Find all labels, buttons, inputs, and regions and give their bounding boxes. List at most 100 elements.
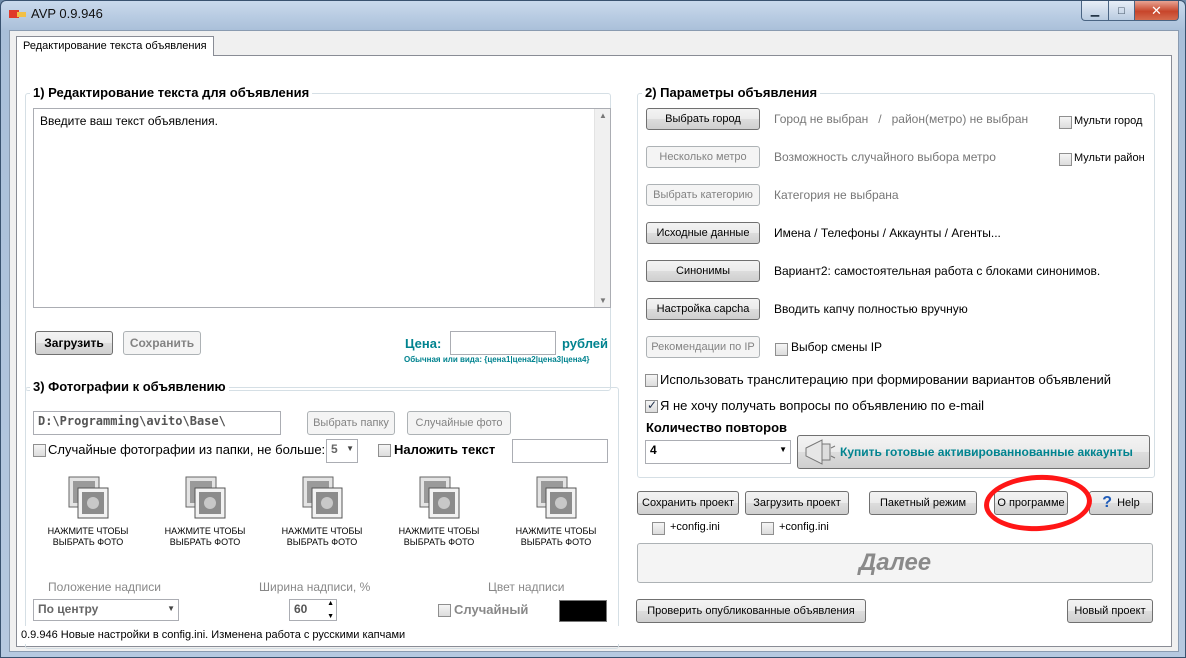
param-info: Вводить капчу полностью вручную	[774, 302, 968, 316]
param-button[interactable]: Несколько метро	[646, 146, 760, 168]
random-count-value: 5	[331, 442, 338, 456]
photo-caption: НАЖМИТЕ ЧТОБЫ ВЫБРАТЬ ФОТО	[515, 526, 597, 547]
photo-slot[interactable]: НАЖМИТЕ ЧТОБЫ ВЫБРАТЬ ФОТО	[277, 476, 367, 568]
buy-accounts-label: Купить готовые активированнованные аккау…	[840, 445, 1133, 459]
position-value: По центру	[38, 602, 99, 616]
multi-district-label: Мульти район	[1074, 152, 1145, 164]
stepper-up-icon[interactable]: ▲	[327, 600, 334, 607]
param-button[interactable]: Выбрать категорию	[646, 184, 760, 206]
help-label: Help	[1117, 497, 1140, 509]
param-button[interactable]: Рекомендации по IP	[646, 336, 760, 358]
position-label: Положение надписи	[48, 580, 161, 594]
width-stepper[interactable]: 60 ▲ ▼	[289, 599, 337, 621]
buy-accounts-button[interactable]: Купить готовые активированнованные аккау…	[797, 435, 1150, 469]
multi-city-label: Мульти город	[1074, 115, 1143, 127]
random-photos-checkbox[interactable]	[33, 444, 46, 457]
photos-group-title: 3) Фотографии к объявлению	[30, 379, 229, 394]
photo-placeholder-icon	[536, 476, 577, 519]
random-photos-label: Случайные фотографии из папки, не больше…	[48, 442, 326, 457]
text-edit-group-title: 1) Редактирование текста для объявления	[30, 85, 313, 100]
load-config-checkbox[interactable]	[761, 522, 774, 535]
app-window: AVP 0.9.946 ▁ □ ✕ Редактирование текста …	[0, 0, 1186, 658]
help-icon: ?	[1102, 494, 1113, 511]
scroll-down-icon: ▼	[599, 296, 607, 305]
photo-slot[interactable]: НАЖМИТЕ ЧТОБЫ ВЫБРАТЬ ФОТО	[394, 476, 484, 568]
photo-caption: НАЖМИТЕ ЧТОБЫ ВЫБРАТЬ ФОТО	[398, 526, 480, 547]
megaphone-icon	[805, 439, 836, 465]
maximize-button[interactable]: □	[1109, 1, 1135, 21]
batch-mode-button[interactable]: Пакетный режим	[869, 491, 977, 515]
multi-district-checkbox[interactable]	[1059, 153, 1072, 166]
save-project-button[interactable]: Сохранить проект	[637, 491, 739, 515]
ip-change-checkbox[interactable]	[775, 343, 788, 356]
param-button[interactable]: Настройка capcha	[646, 298, 760, 320]
param-button[interactable]: Синонимы	[646, 260, 760, 282]
photo-caption: НАЖМИТЕ ЧТОБЫ ВЫБРАТЬ ФОТО	[164, 526, 246, 547]
tab-page: 1) Редактирование текста для объявления …	[16, 55, 1172, 649]
save-text-button[interactable]: Сохранить	[123, 331, 201, 355]
translit-label: Использовать транслитерацию при формиров…	[660, 372, 1112, 387]
new-project-button[interactable]: Новый проект	[1067, 599, 1153, 623]
random-color-checkbox[interactable]	[438, 604, 451, 617]
price-hint: Обычная или вида: {цена1|цена2|цена3|цен…	[404, 355, 590, 364]
tab-edit-text[interactable]: Редактирование текста объявления	[16, 36, 214, 56]
color-label: Цвет надписи	[488, 580, 565, 594]
app-icon	[9, 10, 26, 18]
color-swatch[interactable]	[559, 600, 607, 622]
param-info: Выбор смены IP	[791, 340, 883, 354]
stepper-down-icon[interactable]: ▼	[327, 613, 334, 620]
chevron-down-icon: ▼	[779, 445, 787, 454]
price-label: Цена:	[405, 336, 442, 351]
multi-city-checkbox[interactable]	[1059, 116, 1072, 129]
photo-slot[interactable]: НАЖМИТЕ ЧТОБЫ ВЫБРАТЬ ФОТО	[43, 476, 133, 568]
param-info: Имена / Телефоны / Аккаунты / Агенты...	[774, 226, 1001, 240]
repeat-select[interactable]: 4 ▼	[645, 440, 791, 464]
random-photo-button[interactable]: Случайные фото	[407, 411, 511, 435]
scroll-up-icon: ▲	[599, 111, 607, 120]
minimize-icon: ▁	[1090, 5, 1100, 17]
translit-checkbox[interactable]	[645, 374, 658, 387]
help-button[interactable]: ? Help	[1089, 491, 1153, 515]
window-controls: ▁ □ ✕	[1081, 1, 1179, 21]
overlay-text-checkbox[interactable]	[378, 444, 391, 457]
photo-caption: НАЖМИТЕ ЧТОБЫ ВЫБРАТЬ ФОТО	[47, 526, 129, 547]
price-input[interactable]	[450, 331, 556, 355]
photo-placeholder-icon	[185, 476, 226, 519]
photo-caption: НАЖМИТЕ ЧТОБЫ ВЫБРАТЬ ФОТО	[281, 526, 363, 547]
save-config-checkbox[interactable]	[652, 522, 665, 535]
photo-slot[interactable]: НАЖМИТЕ ЧТОБЫ ВЫБРАТЬ ФОТО	[160, 476, 250, 568]
photo-placeholder-icon	[419, 476, 460, 519]
chevron-down-icon: ▼	[346, 444, 354, 453]
photo-slot[interactable]: НАЖМИТЕ ЧТОБЫ ВЫБРАТЬ ФОТО	[511, 476, 601, 568]
no-email-label: Я не хочу получать вопросы по объявлению…	[660, 398, 985, 413]
overlay-text-input[interactable]	[512, 439, 608, 463]
currency-label: рублей	[562, 336, 609, 351]
load-text-button[interactable]: Загрузить	[35, 331, 113, 355]
ad-text-area[interactable]: Введите ваш текст объявления. ▲ ▼	[33, 108, 611, 308]
minimize-button[interactable]: ▁	[1081, 1, 1109, 21]
maximize-icon: □	[1118, 4, 1125, 17]
repeat-value: 4	[650, 443, 657, 457]
random-count-select[interactable]: 5 ▼	[326, 439, 358, 463]
param-info: Возможность случайного выбора метро	[774, 150, 996, 164]
param-button[interactable]: Исходные данные	[646, 222, 760, 244]
folder-path-input[interactable]: D:\Programming\avito\Base\	[33, 411, 281, 435]
choose-folder-button[interactable]: Выбрать папку	[307, 411, 395, 435]
position-select[interactable]: По центру ▼	[33, 599, 179, 621]
next-button[interactable]: Далее	[637, 543, 1153, 583]
param-info: Категория не выбрана	[774, 188, 899, 202]
repeat-label: Количество повторов	[646, 420, 788, 435]
ad-params-group-title: 2) Параметры объявления	[642, 85, 821, 100]
title-bar[interactable]: AVP 0.9.946 ▁ □ ✕	[1, 1, 1185, 29]
no-email-checkbox[interactable]	[645, 398, 658, 413]
save-config-label: +config.ini	[670, 521, 720, 533]
param-button[interactable]: Выбрать город	[646, 108, 760, 130]
status-bar: 0.9.946 Новые настройки в config.ini. Из…	[17, 626, 1171, 644]
check-published-button[interactable]: Проверить опубликованные объявления	[636, 599, 866, 623]
width-label: Ширина надписи, %	[259, 580, 371, 594]
load-config-label: +config.ini	[779, 521, 829, 533]
text-scrollbar[interactable]: ▲ ▼	[594, 109, 610, 307]
photo-placeholder-icon	[68, 476, 109, 519]
load-project-button[interactable]: Загрузить проект	[745, 491, 849, 515]
close-button[interactable]: ✕	[1135, 1, 1179, 21]
